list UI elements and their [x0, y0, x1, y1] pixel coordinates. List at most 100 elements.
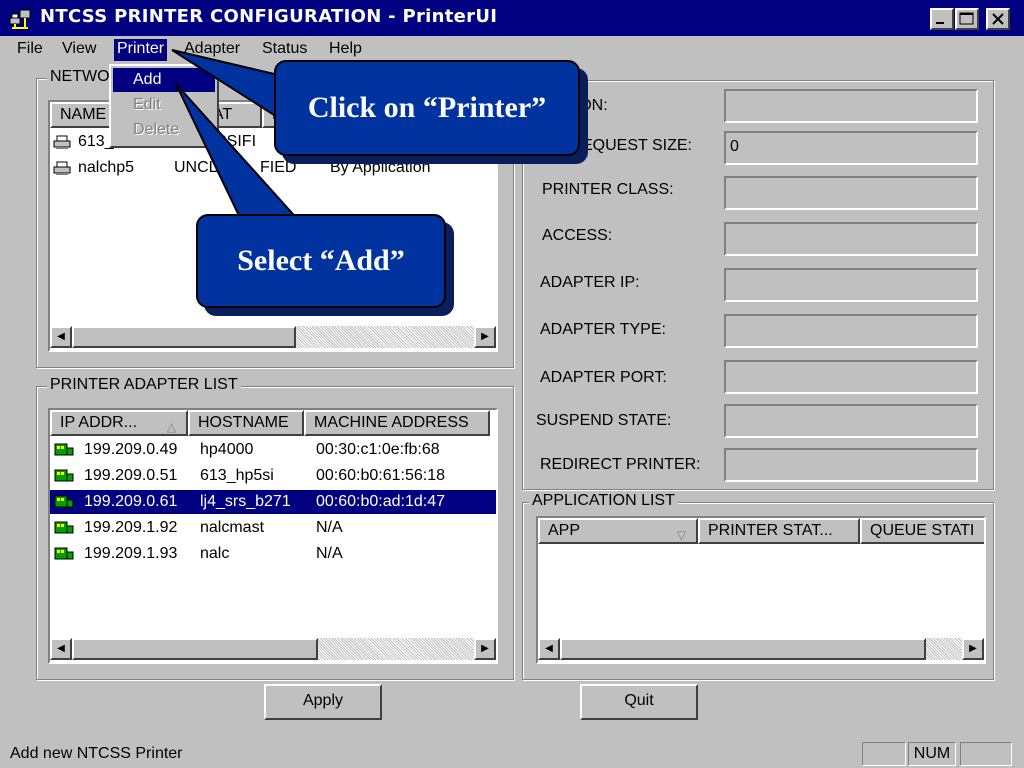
table-row[interactable]: 199.209.0.61 lj4_srs_b271 00:60:b0:ad:1d:4… [50, 490, 496, 514]
adapter-ip: 199.209.0.49 [84, 441, 178, 458]
adapter-list-hscroll[interactable]: ◀ ▶ [50, 638, 496, 660]
arrow-left-icon: ◀ [545, 643, 553, 654]
max-request-size-label: EQUEST SIZE: [582, 137, 692, 154]
callout-select-add: Select “Add” [196, 214, 446, 308]
scroll-thumb[interactable] [72, 638, 318, 660]
printer-icon [53, 135, 71, 149]
status-bar: Add new NTCSS Printer NUM [0, 740, 1024, 768]
table-row[interactable]: 199.209.1.92 nalcmast N/A [50, 516, 496, 540]
scroll-right-button[interactable]: ▶ [474, 326, 496, 348]
column-queue-status[interactable]: QUEUE STATI [860, 518, 984, 544]
table-row[interactable]: nalchp5 UNCL FIED By Application [50, 156, 496, 180]
suspend-state-field[interactable] [724, 404, 978, 438]
column-ip-address-label: IP ADDR... [60, 414, 138, 431]
adapter-hostname: nalcmast [200, 519, 265, 536]
column-machine-address[interactable]: MACHINE ADDRESS [304, 410, 490, 436]
printer-class-field[interactable] [724, 176, 978, 210]
scroll-right-button[interactable]: ▶ [962, 638, 984, 660]
scroll-left-button[interactable]: ◀ [538, 638, 560, 660]
menu-status[interactable]: Status [259, 39, 310, 61]
printer-icon [53, 161, 71, 175]
printer-name: nalchp5 [78, 159, 135, 176]
redirect-printer-field[interactable] [724, 448, 978, 482]
menu-item-add[interactable]: Add [113, 68, 215, 92]
application-list[interactable]: APP ▽ PRINTER STAT... QUEUE STATI ◀ ▶ [536, 516, 986, 664]
network-printer-icon [9, 9, 31, 29]
sort-descending-icon: ▽ [676, 528, 686, 542]
menu-printer[interactable]: Printer [114, 39, 168, 61]
window-title: NTCSS PRINTER CONFIGURATION - PrinterUI [40, 6, 498, 27]
menu-help[interactable]: Help [326, 39, 365, 61]
callout-click-printer: Click on “Printer” [274, 60, 580, 156]
network-adapter-icon [54, 495, 74, 508]
menu-view[interactable]: View [59, 39, 99, 61]
minimize-button[interactable] [930, 8, 954, 30]
adapter-mac-address: 00:30:c1:0e:fb:68 [316, 441, 440, 458]
column-hostname[interactable]: HOSTNAME [188, 410, 304, 436]
minimize-icon [936, 22, 944, 24]
arrow-left-icon: ◀ [57, 331, 65, 342]
scroll-left-button[interactable]: ◀ [50, 638, 72, 660]
network-printers-label: NETWO [47, 68, 113, 86]
network-adapter-icon [54, 443, 74, 456]
adapter-mac-address: N/A [316, 519, 343, 536]
adapter-mac-address: 00:60:b0:61:56:18 [316, 467, 446, 484]
adapter-type-field[interactable] [724, 314, 978, 348]
printer-class-label: PRINTER CLASS: [542, 181, 674, 198]
close-button[interactable] [986, 8, 1010, 30]
menu-item-edit: Edit [133, 96, 161, 113]
arrow-left-icon: ◀ [57, 643, 65, 654]
sort-ascending-icon: △ [166, 420, 176, 434]
adapter-list-header: IP ADDR... △ HOSTNAME MACHINE ADDRESS [50, 410, 490, 436]
arrow-right-icon: ▶ [481, 331, 489, 342]
redirect-printer-label: REDIRECT PRINTER: [540, 456, 701, 473]
menu-adapter[interactable]: Adapter [181, 39, 243, 61]
network-adapter-icon [54, 469, 74, 482]
column-ip-address[interactable]: IP ADDR... △ [50, 410, 188, 436]
adapter-port-field[interactable] [724, 360, 978, 394]
column-printer-status[interactable]: PRINTER STAT... [698, 518, 860, 544]
adapter-hostname: nalc [200, 545, 230, 562]
arrow-right-icon: ▶ [969, 643, 977, 654]
status-text: Add new NTCSS Printer [10, 745, 183, 762]
title-bar[interactable]: NTCSS PRINTER CONFIGURATION - PrinterUI [0, 0, 1024, 36]
quit-button[interactable]: Quit [580, 684, 698, 720]
maximize-button[interactable] [955, 8, 979, 30]
suspend-state-label: SUSPEND STATE: [536, 412, 672, 429]
scroll-left-button[interactable]: ◀ [50, 326, 72, 348]
adapter-hostname: lj4_srs_b271 [200, 493, 291, 510]
adapter-ip: 199.209.0.61 [84, 493, 178, 510]
table-row[interactable]: 199.209.0.51 613_hp5si 00:60:b0:61:56:18 [50, 464, 496, 488]
column-app[interactable]: APP ▽ [538, 518, 698, 544]
apply-button[interactable]: Apply [264, 684, 382, 720]
column-app-label: APP [548, 522, 581, 539]
network-printers-hscroll[interactable]: ◀ ▶ [50, 326, 496, 348]
adapter-list[interactable]: IP ADDR... △ HOSTNAME MACHINE ADDRESS 19… [48, 408, 498, 664]
menu-item-delete: Delete [133, 121, 180, 138]
menu-file[interactable]: File [14, 39, 46, 61]
printer-menu-dropdown: Add Edit Delete [109, 64, 219, 148]
maximize-icon [959, 12, 974, 25]
status-pane-scroll [960, 742, 1012, 766]
application-list-hscroll[interactable]: ◀ ▶ [538, 638, 984, 660]
scroll-right-button[interactable]: ▶ [474, 638, 496, 660]
status-pane-empty [862, 742, 906, 766]
table-row[interactable]: 199.209.1.93 nalc N/A [50, 542, 496, 566]
access-label: ACCESS: [542, 227, 613, 244]
table-row[interactable]: 199.209.0.49 hp4000 00:30:c1:0e:fb:68 [50, 438, 496, 462]
network-adapter-icon [54, 547, 74, 560]
adapter-type-label: ADAPTER TYPE: [540, 321, 666, 338]
application-list-label: APPLICATION LIST [529, 492, 678, 510]
max-request-size-field[interactable]: 0 [724, 131, 978, 165]
location-field[interactable] [724, 89, 978, 123]
adapter-mac-address: 00:60:b0:ad:1d:47 [316, 493, 446, 510]
adapter-ip: 199.209.0.51 [84, 467, 178, 484]
scroll-thumb[interactable] [560, 638, 926, 660]
network-adapter-icon [54, 521, 74, 534]
scroll-thumb[interactable] [72, 326, 296, 348]
adapter-ip: 199.209.1.92 [84, 519, 178, 536]
adapter-list-label: PRINTER ADAPTER LIST [47, 376, 241, 394]
adapter-ip-field[interactable] [724, 268, 978, 302]
adapter-ip-label: ADAPTER IP: [540, 274, 640, 291]
access-field[interactable] [724, 222, 978, 256]
